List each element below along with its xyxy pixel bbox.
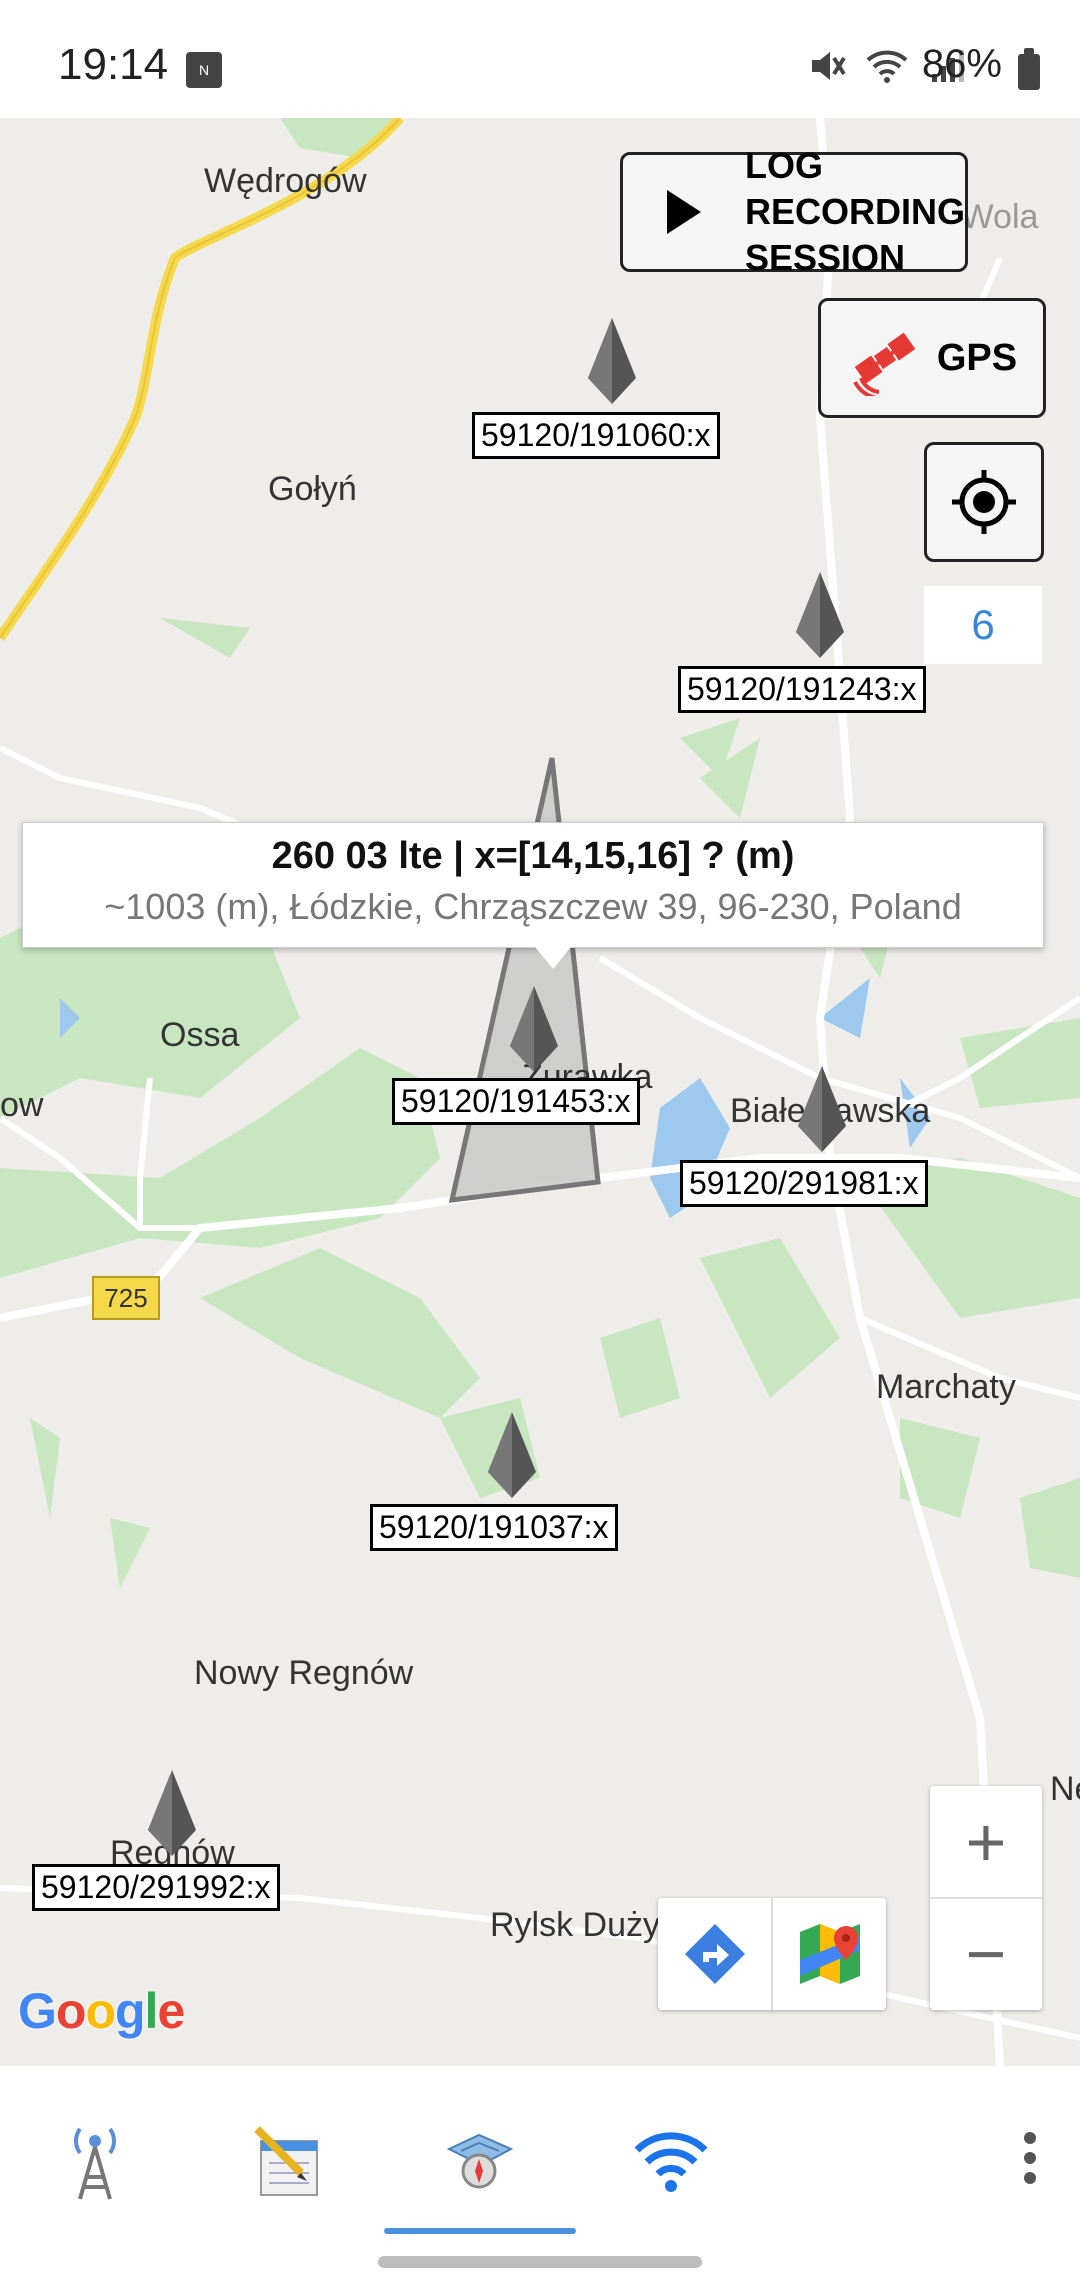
marker-label[interactable]: 59120/291981:x xyxy=(680,1160,928,1207)
count-box: 6 xyxy=(924,586,1042,664)
map-toolbar xyxy=(658,1898,886,2010)
directions-button[interactable] xyxy=(658,1898,771,2010)
bottom-navigation xyxy=(0,2066,1080,2280)
nav-item-cell-tower[interactable] xyxy=(50,2116,140,2206)
cell-tower-icon xyxy=(74,2127,116,2200)
zoom-in-button[interactable]: + xyxy=(930,1786,1042,1898)
crosshair-icon xyxy=(952,470,1016,534)
cell-tower-marker[interactable] xyxy=(794,572,846,658)
place-label: Ne xyxy=(1050,1770,1080,1808)
active-tab-indicator xyxy=(384,2228,576,2234)
nav-item-wifi[interactable] xyxy=(626,2116,716,2206)
marker-label[interactable]: 59120/291992:x xyxy=(32,1864,280,1911)
cell-tower-marker[interactable] xyxy=(508,986,560,1072)
gps-button-label: GPS xyxy=(936,336,1018,379)
zoom-controls: + − xyxy=(930,1786,1042,2010)
map-compass-icon xyxy=(446,2133,514,2189)
marker-label[interactable]: 59120/191453:x xyxy=(392,1078,640,1125)
google-logo-letter: o xyxy=(55,1983,87,2039)
place-label: Marchaty xyxy=(876,1368,1016,1406)
google-logo-letter: G xyxy=(18,1983,57,2039)
mute-icon xyxy=(812,52,846,80)
google-maps-icon xyxy=(799,1924,860,1984)
marker-label[interactable]: 59120/191060:x xyxy=(472,412,720,459)
wifi-icon xyxy=(634,2132,708,2192)
cell-tower-marker[interactable] xyxy=(586,318,638,404)
google-logo-letter: o xyxy=(85,1983,116,2039)
road-number-badge: 725 xyxy=(92,1276,160,1320)
battery-text: 86% xyxy=(921,42,1002,86)
status-time: 19:14 xyxy=(58,40,169,89)
info-window-tail xyxy=(535,947,571,969)
wifi-status-icon xyxy=(866,50,908,83)
more-options-icon[interactable] xyxy=(1020,2124,1040,2204)
play-icon xyxy=(667,190,701,234)
nfc-icon: N xyxy=(186,52,222,88)
place-label: Rylsk Duży xyxy=(490,1906,661,1944)
map-view[interactable]: Wędrogów Turowa Wola Gołyń Ossa Żurawka … xyxy=(0,118,1080,2066)
marker-label[interactable]: 59120/191243:x xyxy=(678,666,926,713)
log-button-line1: LOG RECORDING xyxy=(745,145,966,232)
info-window-subtitle: ~1003 (m), Łódzkie, Chrząszczew 39, 96-2… xyxy=(104,886,962,927)
place-label: Gołyń xyxy=(268,470,357,508)
place-label: ow xyxy=(0,1086,44,1124)
gesture-bar xyxy=(378,2256,702,2268)
log-button-line2: SESSION xyxy=(745,237,906,278)
google-logo-letter: g xyxy=(115,1983,146,2039)
nav-item-log[interactable] xyxy=(244,2116,334,2206)
google-logo: Google xyxy=(18,1982,185,2040)
place-label: Nowy Regnów xyxy=(194,1654,414,1692)
satellite-icon xyxy=(853,332,916,396)
info-window-title: 260 03 lte | x=[14,15,16] ? (m) xyxy=(271,835,795,877)
zoom-out-button[interactable]: − xyxy=(930,1898,1042,2010)
log-button-label: LOG RECORDING SESSION xyxy=(745,143,965,281)
status-bar: 19:14 N 86% xyxy=(0,0,1080,118)
open-google-maps-button[interactable] xyxy=(773,1898,886,2010)
notepad-icon xyxy=(254,2126,318,2196)
google-logo-letter: e xyxy=(157,1983,185,2039)
info-window[interactable]: 260 03 lte | x=[14,15,16] ? (m) ~1003 (m… xyxy=(22,822,1044,969)
zoom-separator xyxy=(930,1897,1042,1899)
place-label: Wędrogów xyxy=(204,162,367,200)
battery-icon xyxy=(1018,48,1040,90)
cell-tower-marker[interactable] xyxy=(796,1066,848,1152)
cell-tower-marker[interactable] xyxy=(146,1770,198,1856)
marker-label[interactable]: 59120/191037:x xyxy=(370,1504,618,1551)
gps-button[interactable]: GPS xyxy=(818,298,1046,418)
cell-tower-marker[interactable] xyxy=(486,1412,538,1498)
google-logo-letter: l xyxy=(144,1983,159,2039)
place-label: Ossa xyxy=(160,1016,240,1054)
log-recording-session-button[interactable]: LOG RECORDING SESSION xyxy=(620,145,968,278)
directions-icon xyxy=(684,1924,745,1984)
my-location-button[interactable] xyxy=(924,442,1044,562)
nav-item-map[interactable] xyxy=(434,2116,524,2206)
